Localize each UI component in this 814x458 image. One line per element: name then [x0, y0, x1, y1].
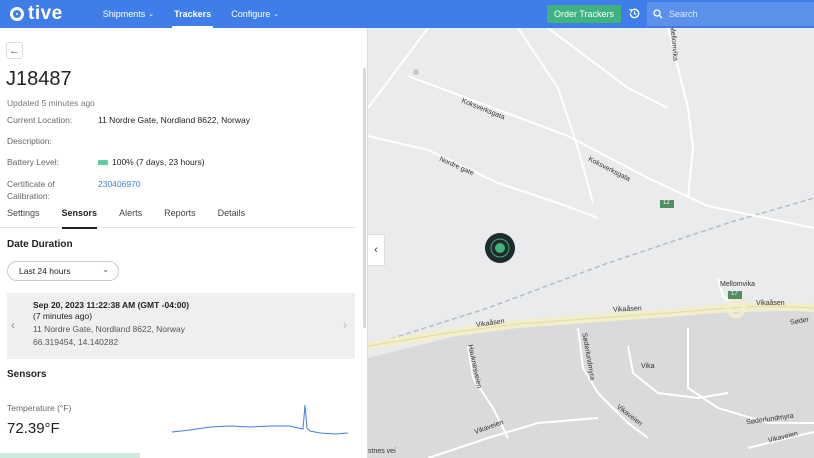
chevron-down-icon: ⌄: [102, 265, 109, 274]
tracker-id: J18487: [6, 68, 72, 90]
nav-trackers-label: Trackers: [174, 9, 212, 19]
temperature-value: 72.39°F: [7, 420, 60, 437]
sensors-heading: Sensors: [7, 369, 47, 380]
tracker-detail-panel: ← J18487 Updated 5 minutes ago Current L…: [0, 28, 368, 458]
back-button[interactable]: ←: [6, 42, 23, 59]
nav-shipments[interactable]: Shipments ⌄: [93, 0, 164, 28]
logo-text: tive: [28, 3, 63, 24]
search-icon: [653, 9, 663, 19]
battery-value: 100% (7 days, 23 hours): [98, 157, 205, 167]
search-box: [647, 2, 814, 26]
chevron-down-icon: ⌄: [273, 11, 280, 18]
search-input[interactable]: [669, 9, 809, 19]
date-duration-value: Last 24 hours: [19, 266, 71, 276]
map-canvas[interactable]: [368, 28, 814, 458]
arrow-left-icon: ←: [9, 44, 20, 57]
order-trackers-button[interactable]: Order Trackers: [547, 5, 621, 23]
temperature-sparkline[interactable]: [170, 400, 350, 440]
certificate-label-2: Calibration:: [7, 191, 50, 201]
panel-scrollbar[interactable]: [363, 68, 366, 328]
chevron-right-icon[interactable]: ›: [343, 318, 347, 332]
location-coords: 66.319454, 14.140282: [33, 337, 119, 347]
location-timestamp: Sep 20, 2023 11:22:38 AM (GMT -04:00): [33, 300, 190, 310]
map-label-vikaasen-2: Vikaåsen: [612, 305, 642, 314]
temperature-label: Temperature (°F): [7, 403, 72, 413]
tab-alerts[interactable]: Alerts: [119, 208, 142, 228]
map-label-mellomvika: Mellomvika: [720, 281, 756, 288]
map-label-vika: Vika: [641, 363, 655, 370]
route-17-label: 17: [731, 291, 738, 297]
bottom-progress-bar: [0, 453, 140, 458]
description-label: Description:: [7, 136, 52, 146]
date-duration-heading: Date Duration: [7, 239, 73, 250]
tab-details[interactable]: Details: [218, 208, 246, 228]
tab-sensors[interactable]: Sensors: [61, 208, 97, 229]
route-12-label: 12: [663, 200, 670, 206]
collapse-panel-button[interactable]: ‹: [368, 234, 385, 266]
battery-icon: [98, 160, 108, 166]
tive-logo[interactable]: tive: [10, 3, 63, 25]
map-label-stnes-vei: stnes vei: [368, 448, 396, 455]
battery-text: 100% (7 days, 23 hours): [112, 157, 205, 167]
location-history-card: ‹ Sep 20, 2023 11:22:38 AM (GMT -04:00) …: [7, 293, 355, 359]
location-address: 11 Nordre Gate, Nordland 8622, Norway: [33, 324, 185, 334]
battery-label: Battery Level:: [7, 157, 59, 167]
chevron-left-icon: ‹: [374, 244, 378, 256]
map-label-vikaasen-3: Vikaåsen: [756, 300, 785, 307]
tab-settings[interactable]: Settings: [7, 208, 40, 228]
chevron-left-icon[interactable]: ‹: [11, 318, 15, 332]
top-nav: tive Shipments ⌄ Trackers Configure ⌄ Orde…: [0, 0, 814, 28]
logo-pin-icon: [10, 7, 24, 21]
chevron-down-icon: ⌄: [148, 11, 155, 18]
certificate-link[interactable]: 230406970: [98, 179, 141, 189]
nav-trackers[interactable]: Trackers: [164, 0, 221, 28]
nav-shipments-label: Shipments: [102, 9, 146, 19]
nav-configure-label: Configure: [231, 9, 271, 19]
updated-text: Updated 5 minutes ago: [7, 98, 95, 108]
nav-configure[interactable]: Configure ⌄: [221, 0, 289, 28]
date-duration-select[interactable]: Last 24 hours ⌄: [7, 261, 119, 281]
current-location-label: Current Location:: [7, 115, 73, 125]
tab-bar: Settings Sensors Alerts Reports Details: [0, 208, 356, 229]
location-ago: (7 minutes ago): [33, 311, 93, 321]
certificate-label-1: Certificate of: [7, 179, 55, 189]
tab-reports[interactable]: Reports: [164, 208, 196, 228]
history-icon[interactable]: [628, 7, 641, 20]
map-view[interactable]: Koksverksgata Koksverksgata Nordre gate …: [368, 28, 814, 458]
current-location-value: 11 Nordre Gate, Nordland 8622, Norway: [98, 115, 250, 125]
main-nav: Shipments ⌄ Trackers Configure ⌄: [93, 0, 289, 28]
